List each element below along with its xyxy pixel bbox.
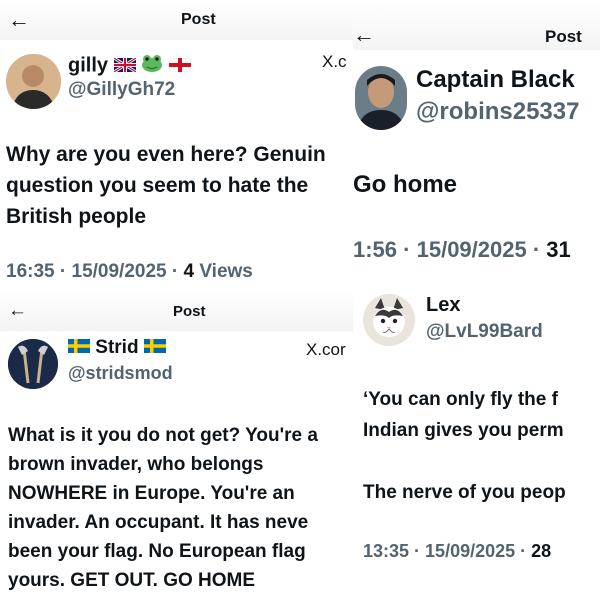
post-meta: 16:35 · 15/09/2025 · 4 Views [6, 261, 253, 282]
display-name[interactable]: gilly [68, 53, 192, 79]
avatar[interactable] [363, 294, 415, 346]
views-count: 31 [546, 237, 571, 262]
post-body-line: invader. An occupant. It has neve [8, 512, 309, 533]
post-body-line: brown invader, who belongs [8, 454, 264, 475]
post-body: Why are you even here? Genuin question y… [6, 139, 326, 232]
post-panel-lex: Lex @LvL99Bard ‘You can only fly the f I… [355, 288, 600, 600]
post-body-line: Indian gives you perm [363, 420, 564, 441]
user-handle[interactable]: @LvL99Bard [426, 321, 543, 343]
post-body-line: ‘You can only fly the f [363, 389, 558, 410]
post-meta: 1:56 · 15/09/2025 · 31 [353, 237, 571, 262]
display-name-text: gilly [68, 54, 109, 77]
site-label: X.c [322, 52, 347, 71]
post-date[interactable]: 15/09/2025 [72, 261, 167, 282]
sweden-flag-icon [68, 337, 90, 359]
post-body: Go home [353, 171, 457, 199]
display-name[interactable]: Captain Black [416, 66, 575, 94]
back-arrow-icon[interactable]: ← [353, 24, 375, 46]
post-body-line: What is it you do not get? You're a [8, 425, 318, 446]
post-body-line: British people [6, 205, 147, 228]
post-meta: 13:35 · 15/09/2025 · 28 [363, 541, 552, 561]
views-count: 28 [531, 541, 552, 561]
frog-icon [141, 53, 163, 79]
post-body-line: The nerve of you peop [363, 482, 566, 503]
avatar[interactable] [8, 339, 58, 389]
back-arrow-icon[interactable]: ← [8, 9, 30, 31]
post-date[interactable]: 15/09/2025 [417, 237, 527, 262]
post-title: Post [173, 303, 206, 320]
post-title: Post [545, 27, 582, 46]
user-handle[interactable]: @stridsmod [68, 363, 173, 384]
post-body-line: Go home [353, 171, 458, 198]
uk-flag-icon [112, 55, 137, 78]
post-body-line: yours. GET OUT. GO HOME [8, 570, 256, 591]
avatar[interactable] [355, 66, 407, 130]
post-body-line: been your flag. No European flag [8, 541, 306, 562]
post-date[interactable]: 15/09/2025 [425, 541, 515, 561]
sweden-flag-icon [143, 337, 166, 359]
back-arrow-icon[interactable]: ← [8, 301, 27, 320]
england-flag-icon [168, 55, 192, 78]
post-time[interactable]: 1:56 [353, 237, 397, 262]
avatar-photo-icon [355, 66, 407, 130]
post-panel-strid: ← Post Strid @stridsmod X.cor What is it… [0, 289, 353, 600]
post-body-line: question you seem to hate the [6, 174, 309, 197]
views-count: 4 [183, 261, 195, 282]
site-label: X.cor [306, 340, 346, 359]
avatar-photo-icon [6, 54, 61, 109]
user-handle[interactable]: @GillyGh72 [68, 79, 175, 101]
avatar-axes-icon [8, 339, 58, 389]
post-body: What is it you do not get? You're a brow… [8, 421, 318, 595]
post-body: ‘You can only fly the f Indian gives you… [363, 384, 566, 508]
post-time[interactable]: 16:35 [6, 261, 55, 282]
views-label: Views [199, 261, 253, 282]
post-panel-gilly: ← Post gilly @GillyGh72 X.c Why are you … [0, 0, 353, 292]
post-title: Post [181, 11, 216, 28]
post-panel-captain-black: ← Post Captain Black @robins25337 Go hom… [353, 0, 600, 288]
post-body-line: Why are you even here? Genuin [6, 143, 326, 166]
avatar[interactable] [6, 54, 61, 109]
display-name-text: Strid [95, 337, 139, 359]
post-body-line: NOWHERE in Europe. You're an [8, 483, 295, 504]
display-name[interactable]: Strid [68, 337, 166, 359]
post-body-line [363, 446, 566, 477]
avatar-cat-icon [363, 294, 415, 346]
display-name[interactable]: Lex [426, 294, 460, 317]
top-bar [0, 0, 353, 40]
user-handle[interactable]: @robins25337 [416, 98, 579, 126]
post-time[interactable]: 13:35 [363, 541, 409, 561]
